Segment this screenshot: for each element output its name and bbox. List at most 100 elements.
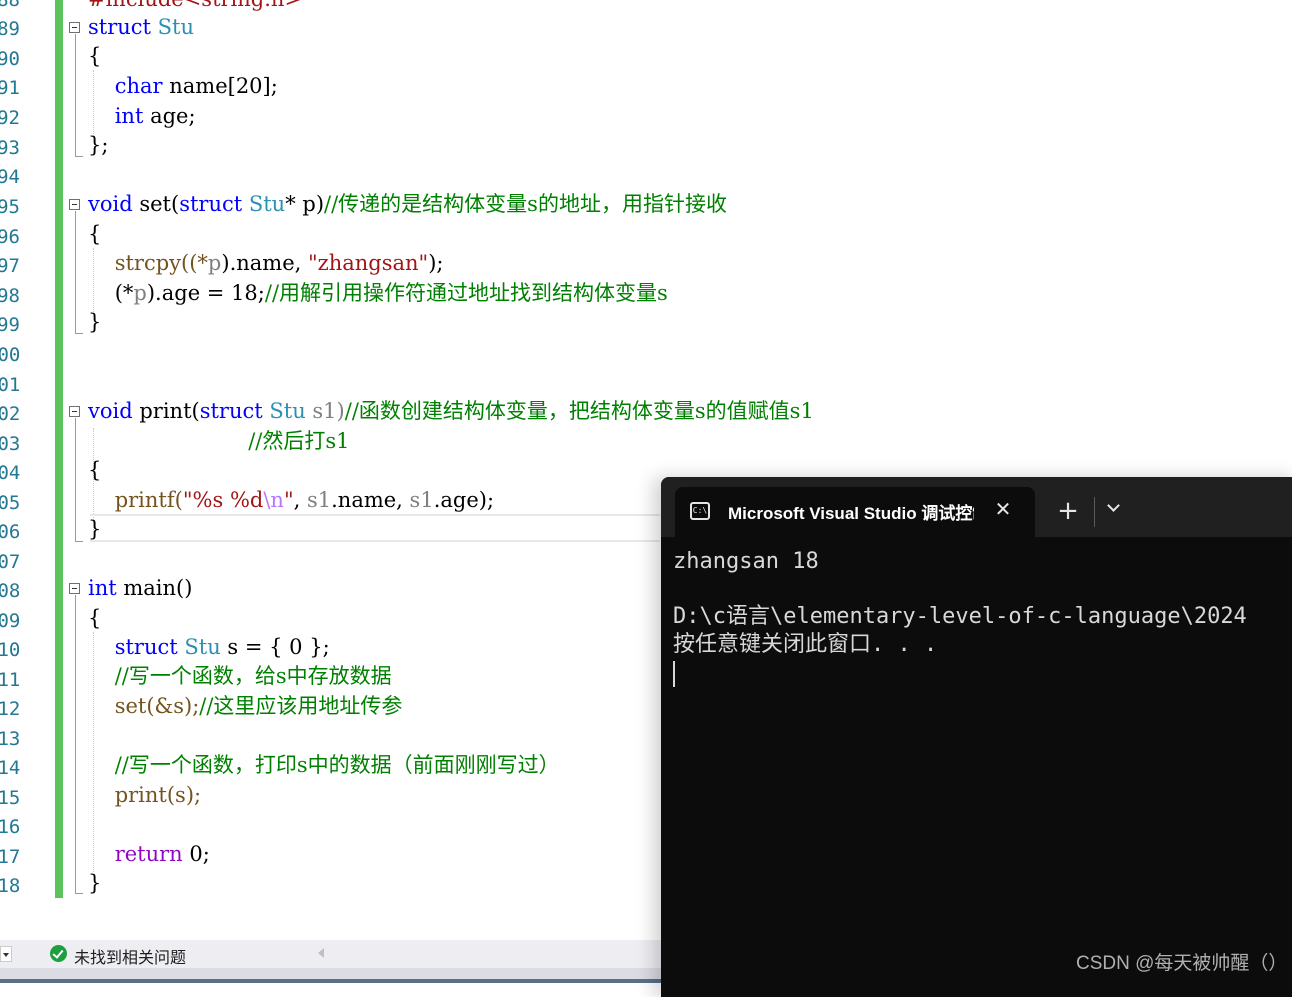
code-line: {: [88, 221, 101, 247]
code-line: //然后打s1: [88, 428, 349, 454]
code-line: printf("%s %d\n", s1.name, s1.age);: [88, 487, 494, 513]
outline-line: [75, 34, 76, 156]
collapse-toggle-icon[interactable]: [69, 583, 80, 594]
collapse-toggle-icon[interactable]: [69, 22, 80, 33]
zoom-dropdown[interactable]: [0, 946, 12, 962]
code-line: };: [88, 132, 108, 158]
console-output-line: zhangsan 18: [673, 549, 819, 574]
code-text: main(): [116, 576, 193, 600]
param-ref: s1): [305, 399, 345, 423]
line-number: 115: [0, 787, 21, 809]
code-line: struct Stu: [88, 14, 194, 40]
line-number: 110: [0, 639, 21, 661]
function-call: strcpy((*: [114, 251, 208, 275]
collapse-toggle-icon[interactable]: [69, 406, 80, 417]
type-name: Stu: [184, 635, 221, 659]
line-number: 116: [0, 816, 21, 838]
code-line: int age;: [88, 103, 196, 129]
code-text: name[20];: [162, 74, 278, 98]
param-ref: p: [207, 251, 222, 275]
punctuation: };: [88, 133, 109, 157]
code-line: print(s);: [88, 782, 201, 808]
type-name: Stu: [269, 399, 306, 423]
outline-end: [75, 333, 83, 334]
code-line: //写一个函数，打印s中的数据（前面刚刚写过）: [88, 752, 560, 778]
line-number: 90: [0, 48, 20, 70]
code-line: void print(struct Stu s1)//函数创建结构体变量，把结构…: [88, 398, 814, 424]
format-specifier: %s: [192, 488, 224, 512]
keyword: return: [114, 842, 183, 866]
line-number: 94: [0, 166, 20, 188]
function-call: print(s);: [114, 783, 202, 807]
comment: //写一个函数，给s中存放数据: [114, 664, 392, 688]
code-line: //写一个函数，给s中存放数据: [88, 663, 392, 689]
console-title-bar[interactable]: C:\ Microsoft Visual Studio 调试控制台 ✕ +: [661, 477, 1292, 537]
comment: //传递的是结构体变量s的地址，用指针接收: [324, 192, 727, 216]
comment: //这里应该用地址传参: [199, 694, 403, 718]
string-literal: [223, 488, 230, 512]
function-call: printf(: [114, 488, 183, 512]
code-text: ).name,: [221, 251, 308, 275]
keyword: char: [114, 74, 163, 98]
comment: //用解引用操作符通过地址找到结构体变量s: [264, 281, 668, 305]
code-line: return 0;: [88, 841, 210, 867]
outline-end: [75, 156, 83, 157]
line-number: 95: [0, 196, 20, 218]
string-literal: "zhangsan": [307, 251, 429, 275]
comment: //函数创建结构体变量，把结构体变量s的值赋值s1: [344, 399, 814, 423]
code-text: * p): [285, 192, 325, 216]
line-number: 106: [0, 521, 21, 543]
code-text: 0;: [182, 842, 210, 866]
line-number: 118: [0, 875, 21, 897]
collapse-toggle-icon[interactable]: [69, 199, 80, 210]
code-line: {: [88, 605, 101, 631]
code-line: #include<string.h>: [88, 0, 302, 12]
scroll-left-icon[interactable]: [318, 948, 324, 958]
format-specifier: %d: [229, 488, 264, 512]
line-number: 100: [0, 344, 21, 366]
code-text: );: [428, 251, 444, 275]
function-call: set(&s);: [114, 694, 200, 718]
current-line-highlight: [90, 514, 660, 542]
param-ref: s1: [306, 488, 332, 512]
string-literal: ": [283, 488, 294, 512]
keyword: int: [114, 104, 144, 128]
keyword: void: [88, 192, 133, 216]
code-line: void set(struct Stu* p)//传递的是结构体变量s的地址，用…: [88, 191, 727, 217]
outline-line: [75, 211, 76, 333]
keyword: struct: [88, 15, 151, 39]
line-number: 101: [0, 374, 21, 396]
line-number: 111: [0, 669, 21, 691]
chevron-down-icon[interactable]: [1106, 501, 1122, 517]
punctuation: }: [88, 517, 102, 541]
text-cursor: [673, 661, 675, 687]
close-icon[interactable]: ✕: [993, 498, 1013, 520]
issues-status-text[interactable]: 未找到相关问题: [74, 944, 186, 968]
console-tab[interactable]: C:\ Microsoft Visual Studio 调试控制台 ✕: [675, 487, 1035, 537]
code-text: .age);: [433, 488, 495, 512]
horizontal-scrollbar[interactable]: [0, 968, 662, 983]
comment: //写一个函数，打印s中的数据（前面刚刚写过）: [114, 753, 560, 777]
param-ref: s1: [409, 488, 434, 512]
keyword: void: [88, 399, 133, 423]
change-indicator-bar: [55, 0, 63, 898]
line-number: 97: [0, 255, 20, 277]
new-tab-button[interactable]: +: [1054, 498, 1082, 526]
code-line: {: [88, 457, 101, 483]
line-number: 104: [0, 462, 21, 484]
type-name: Stu: [248, 192, 286, 216]
string-literal: ": [182, 488, 193, 512]
code-text: set(: [132, 192, 180, 216]
outline-line: [75, 595, 76, 893]
console-output-line: 按任意键关闭此窗口. . .: [673, 632, 938, 657]
tab-separator: [1094, 497, 1095, 527]
line-number: 112: [0, 698, 21, 720]
punctuation: }: [88, 871, 102, 895]
code-text: .name,: [331, 488, 410, 512]
punctuation: {: [88, 458, 102, 482]
code-line: char name[20];: [88, 73, 278, 99]
line-number: 109: [0, 610, 21, 632]
debug-console-window[interactable]: C:\ Microsoft Visual Studio 调试控制台 ✕ + zh…: [661, 477, 1292, 997]
code-line: }: [88, 309, 101, 335]
keyword: struct: [114, 635, 178, 659]
